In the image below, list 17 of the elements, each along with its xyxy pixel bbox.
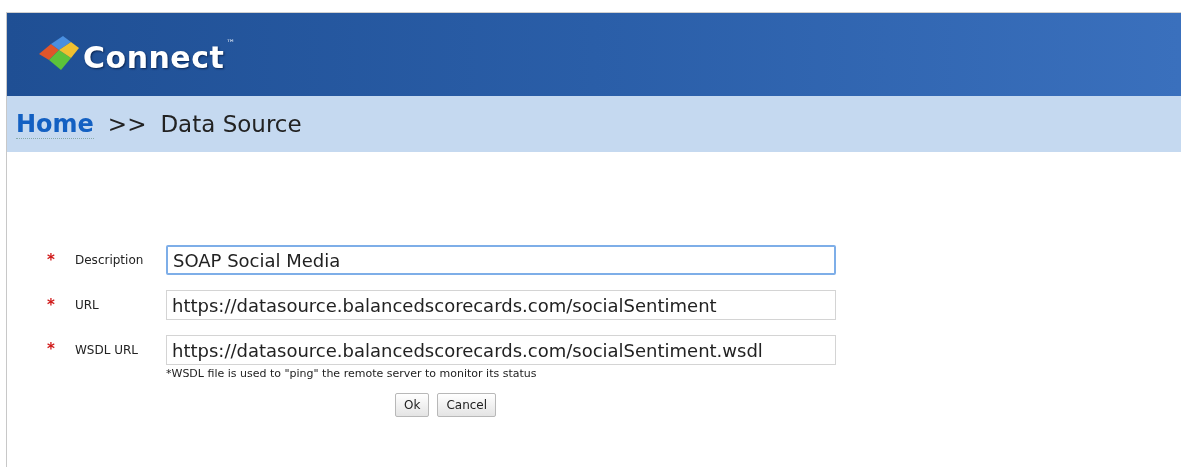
field-label: URL — [75, 298, 100, 312]
field-label: WSDL URL — [75, 343, 140, 357]
text-field[interactable]: https://datasource.balancedscorecards.com/socialSentiment.wsdl — [166, 335, 836, 365]
action-button[interactable]: Cancel — [437, 393, 497, 417]
breadcrumb-separator: >> — [107, 111, 147, 137]
field-note: *WSDL file is used to "ping" the remote server to monitor its status — [166, 367, 538, 380]
logo-text: Connect — [83, 40, 225, 75]
home-link[interactable]: Home — [16, 109, 94, 139]
text-field[interactable]: https://datasource.balancedscorecards.com/socialSentiment — [166, 290, 836, 320]
required-mark: * — [47, 251, 56, 269]
breadcrumb-current: Data Source — [160, 111, 302, 137]
required-mark: * — [47, 340, 56, 358]
field-label: Description — [75, 253, 145, 267]
text-field[interactable]: SOAP Social Media — [166, 245, 836, 275]
required-mark: * — [47, 296, 56, 314]
action-button[interactable]: Ok — [395, 393, 430, 417]
trademark: ™ — [226, 38, 236, 48]
